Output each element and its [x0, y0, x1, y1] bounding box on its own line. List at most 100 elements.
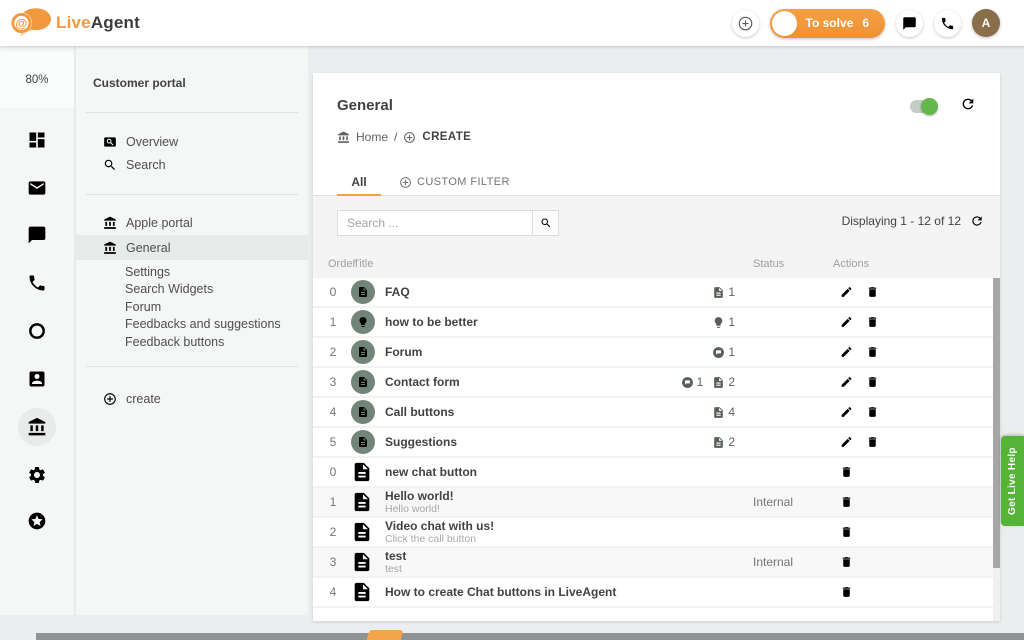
rail-starred-item[interactable]	[0, 497, 74, 545]
article-count: 2	[712, 375, 735, 389]
divider	[86, 194, 298, 195]
filter-bar: Displaying 1 - 12 of 12 Order Title Stat…	[313, 196, 1000, 278]
article-count-icon	[712, 436, 725, 449]
row-actions	[840, 376, 879, 389]
usage-percent[interactable]: 80%	[0, 52, 74, 108]
row-actions	[840, 286, 879, 299]
breadcrumb-home[interactable]: Home	[356, 130, 388, 144]
sidebar-subitem-feedbacks-and-suggestions[interactable]: Feedbacks and suggestions	[125, 316, 281, 334]
row-order: 2	[323, 345, 343, 359]
row-actions	[840, 586, 853, 599]
delete-button[interactable]	[840, 466, 853, 479]
contact-card-icon	[27, 369, 47, 389]
row-actions	[840, 466, 853, 479]
to-solve-button[interactable]: To solve 6	[770, 9, 885, 38]
sidebar-item-overview[interactable]: Overview	[76, 129, 308, 154]
sidebar-subitem-settings[interactable]: Settings	[125, 263, 281, 281]
document-icon	[351, 551, 373, 573]
rail-online-visitors-item[interactable]	[0, 307, 74, 355]
refresh-button[interactable]	[960, 96, 976, 115]
portal-enabled-toggle[interactable]	[910, 100, 936, 113]
tab-custom-filter[interactable]: CUSTOM FILTER	[399, 168, 510, 196]
edit-button[interactable]	[840, 316, 853, 329]
gear-icon	[27, 465, 47, 485]
delete-button[interactable]	[866, 286, 879, 299]
trash-icon	[866, 436, 879, 449]
user-avatar[interactable]: A	[972, 9, 1000, 37]
edit-button[interactable]	[840, 346, 853, 359]
table-row[interactable]: 1how to be better1	[313, 308, 993, 338]
edit-button[interactable]	[840, 376, 853, 389]
delete-button[interactable]	[866, 346, 879, 359]
chat-bubble-icon	[902, 16, 917, 31]
rail-chats-item[interactable]	[0, 211, 74, 259]
search-submit-button[interactable]	[533, 210, 559, 236]
table-row[interactable]: 1Hello world!Hello world!Internal	[313, 488, 993, 518]
envelope-icon	[27, 178, 47, 198]
suggestion-circle-icon	[351, 310, 375, 334]
pencil-icon	[840, 286, 853, 299]
delete-button[interactable]	[866, 406, 879, 419]
phone-status-button[interactable]	[934, 10, 961, 37]
searchbox	[337, 210, 559, 236]
table-row[interactable]: 3testtestInternal	[313, 548, 993, 578]
trash-icon	[840, 496, 853, 509]
sidebar-item-search[interactable]: Search	[76, 152, 308, 177]
rail-contacts-item[interactable]	[0, 355, 74, 403]
rail-customer-portal-item[interactable]	[0, 403, 74, 451]
table-row[interactable]: 5Suggestions2	[313, 428, 993, 458]
delete-button[interactable]	[866, 436, 879, 449]
tab-all[interactable]: All	[337, 168, 381, 196]
delete-button[interactable]	[840, 526, 853, 539]
delete-button[interactable]	[866, 376, 879, 389]
table-row[interactable]: 0FAQ1	[313, 278, 993, 308]
table-scrollbar[interactable]	[993, 278, 1000, 621]
rail-settings-item[interactable]	[0, 451, 74, 499]
delete-button[interactable]	[840, 496, 853, 509]
sidebar-item-general[interactable]: General	[76, 235, 308, 260]
table-row[interactable]: 4How to create Chat buttons in LiveAgent	[313, 578, 993, 608]
rail-calls-item[interactable]	[0, 259, 74, 307]
table-row[interactable]: 2Video chat with us!Click the call butto…	[313, 518, 993, 548]
table-row[interactable]: 4Call buttons4	[313, 398, 993, 428]
delete-button[interactable]	[840, 556, 853, 569]
sidebar-item-apple-portal[interactable]: Apple portal	[76, 210, 308, 235]
row-order: 1	[323, 495, 343, 509]
rail-dashboard-item[interactable]	[0, 116, 74, 164]
table-row[interactable]: 2Forum1	[313, 338, 993, 368]
column-actions: Actions	[833, 258, 869, 270]
edit-button[interactable]	[840, 436, 853, 449]
edit-button[interactable]	[840, 286, 853, 299]
forum-count-icon	[712, 346, 725, 359]
document-icon	[351, 521, 373, 543]
star-circle-icon	[27, 511, 47, 531]
row-counts: 12	[665, 375, 735, 389]
add-new-button[interactable]	[732, 10, 759, 37]
edit-button[interactable]	[840, 406, 853, 419]
refresh-list-button[interactable]	[970, 214, 984, 228]
envelope-icon	[772, 11, 797, 36]
scrollbar-thumb[interactable]	[993, 278, 1000, 568]
bank-icon	[337, 131, 350, 144]
row-subtitle: Click the call button	[385, 533, 494, 545]
row-title: Suggestions	[385, 428, 457, 456]
row-counts: 4	[665, 405, 735, 419]
delete-button[interactable]	[866, 316, 879, 329]
delete-button[interactable]	[840, 586, 853, 599]
image-search-icon	[103, 135, 117, 149]
chat-status-button[interactable]	[896, 10, 923, 37]
breadcrumb-create[interactable]: CREATE	[422, 131, 471, 143]
rail-tickets-item[interactable]	[0, 164, 74, 212]
breadcrumb: Home / CREATE	[337, 130, 471, 144]
get-live-help-button[interactable]: Get Live Help	[1001, 436, 1024, 526]
liveagent-logo[interactable]: @ LiveAgent	[10, 6, 140, 40]
sidebar-item-create[interactable]: create	[76, 386, 308, 411]
article-circle-icon	[351, 280, 375, 304]
table-row[interactable]: 0new chat button	[313, 458, 993, 488]
table-row[interactable]: 3Contact form12	[313, 368, 993, 398]
row-subtitle: test	[385, 563, 406, 575]
sidebar-subitem-search-widgets[interactable]: Search Widgets	[125, 281, 281, 299]
search-input[interactable]	[337, 210, 533, 236]
sidebar-subitem-feedback-buttons[interactable]: Feedback buttons	[125, 333, 281, 351]
sidebar-subitem-forum[interactable]: Forum	[125, 298, 281, 316]
